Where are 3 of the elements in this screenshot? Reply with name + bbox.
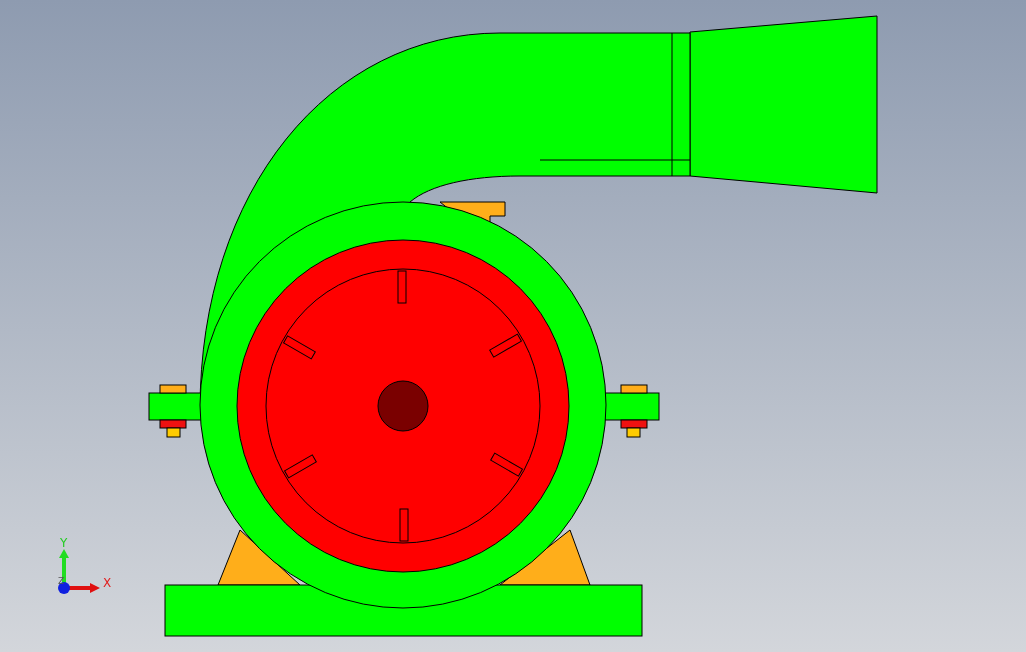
axis-triad-icon	[58, 549, 100, 594]
axis-label: X	[103, 576, 112, 590]
axis-label: Y	[60, 536, 68, 550]
